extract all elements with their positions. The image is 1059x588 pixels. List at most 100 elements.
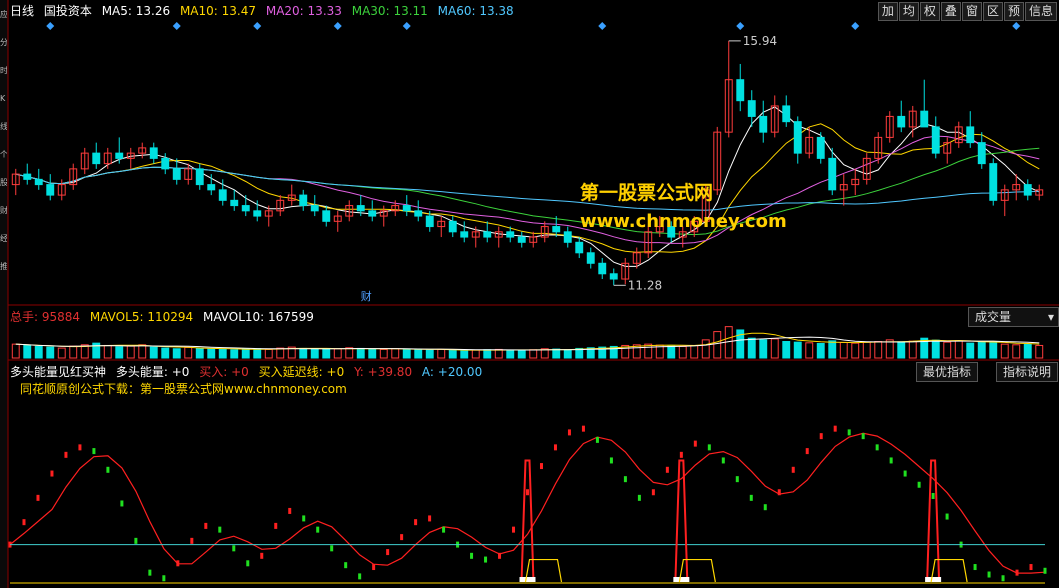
energy-dot	[50, 470, 54, 477]
ma20-line	[15, 135, 1040, 244]
period-label[interactable]: 日线	[10, 4, 34, 18]
info-diamond-icon	[598, 22, 607, 30]
candle-body	[92, 152, 101, 165]
toolbar-button-4[interactable]: 窗	[961, 2, 982, 21]
volume-bar	[161, 347, 170, 359]
volume-bar	[483, 349, 492, 359]
volume-bar	[770, 338, 779, 359]
delay-label: 买入延迟线: +0	[258, 365, 345, 379]
toolbar-button-1[interactable]: 均	[898, 2, 919, 21]
energy-dot	[833, 425, 837, 432]
volume-bar	[897, 341, 906, 359]
candle-body	[195, 168, 204, 186]
candle-body	[218, 189, 227, 201]
volume-bar	[471, 349, 480, 359]
energy-dot	[861, 433, 865, 440]
indicator-help-button[interactable]: 指标说明	[996, 362, 1059, 382]
energy-label: 多头能量: +0	[115, 365, 190, 379]
info-diamond-icon	[1012, 22, 1021, 30]
volume-bar	[345, 347, 354, 359]
energy-dot	[22, 519, 26, 526]
energy-dot	[539, 463, 543, 470]
ma30-label: MA30: 13.11	[351, 4, 428, 18]
candle-body	[575, 241, 584, 254]
volume-bar	[230, 349, 239, 359]
indicator-name[interactable]: 多头能量见红买神	[10, 365, 106, 379]
volume-bar	[172, 348, 181, 359]
info-diamond-icon	[402, 22, 411, 30]
energy-dot	[442, 526, 446, 533]
volume-bar	[69, 345, 78, 359]
volume-bar	[23, 344, 32, 359]
volume-bar	[402, 348, 411, 359]
candle-body	[989, 163, 998, 201]
volume-bar	[149, 346, 158, 359]
volume-bar	[207, 348, 216, 359]
volume-bar	[253, 348, 262, 359]
volume-bar	[126, 345, 135, 359]
volume-bar	[1012, 344, 1021, 359]
candle-body	[598, 262, 607, 275]
volume-bar	[517, 349, 526, 359]
volume-bar	[839, 341, 848, 359]
toolbar-button-3[interactable]: 叠	[940, 2, 961, 21]
energy-dot	[903, 470, 907, 477]
candle-body	[253, 210, 262, 217]
toolbar-button-6[interactable]: 预	[1003, 2, 1024, 21]
volume-bar	[1023, 343, 1032, 359]
toolbar-button-7[interactable]: 信息	[1024, 2, 1057, 21]
volume-bar	[218, 348, 227, 359]
info-diamond-icon	[253, 22, 262, 30]
chevron-down-icon: ▾	[1047, 310, 1054, 324]
energy-dot	[470, 552, 474, 559]
volume-bar	[138, 344, 147, 359]
volume-bar	[368, 348, 377, 359]
best-indicator-button[interactable]: 最优指标	[916, 362, 979, 382]
energy-dot	[805, 448, 809, 455]
info-diamond-icon	[333, 22, 342, 30]
candle-body	[586, 252, 595, 264]
energy-dot	[735, 476, 739, 483]
energy-dot	[777, 489, 781, 496]
volume-bar	[414, 349, 423, 359]
volume-bar	[816, 342, 825, 359]
toolbar-button-5[interactable]: 区	[982, 2, 1003, 21]
indicator-header: 多头能量见红买神 多头能量: +0 买入: +0 买入延迟线: +0 Y: +3…	[10, 364, 488, 380]
ma20-label: MA20: 13.33	[265, 4, 342, 18]
volume-bar	[379, 348, 388, 359]
ma60-line	[15, 166, 1040, 211]
energy-dot	[218, 526, 222, 533]
volume-bar	[943, 341, 952, 359]
volume-bar	[310, 348, 319, 359]
candle-body	[34, 178, 43, 186]
indicator-red-line	[9, 432, 1046, 574]
energy-dot	[78, 444, 82, 451]
energy-dot	[749, 494, 753, 501]
energy-dot	[1043, 567, 1047, 574]
volume-bar	[931, 339, 940, 359]
volume-bar	[241, 348, 250, 359]
stock-name: 国投资本	[43, 4, 92, 18]
volume-bar	[1000, 343, 1009, 359]
energy-dot	[120, 500, 124, 507]
candle-body	[552, 226, 561, 233]
candle-body	[828, 157, 837, 191]
chart-toolbar: 加均权叠窗区预信息	[877, 2, 1057, 21]
candle-body	[425, 215, 434, 228]
energy-dot	[302, 515, 306, 522]
candle-body	[609, 273, 618, 280]
volume-bar	[264, 348, 273, 359]
energy-dot	[106, 466, 110, 473]
volume-select[interactable]: 成交量 ▾	[968, 307, 1059, 327]
energy-dot	[232, 545, 236, 552]
toolbar-button-0[interactable]: 加	[877, 2, 898, 21]
mavol10-label: MAVOL10: 167599	[202, 310, 314, 324]
energy-dot	[316, 526, 320, 533]
volume-bar	[356, 347, 365, 359]
toolbar-button-2[interactable]: 权	[919, 2, 940, 21]
candle-body	[172, 168, 181, 180]
energy-dot	[134, 537, 138, 544]
volume-bar	[46, 346, 55, 359]
a-label: A: +20.00	[421, 365, 483, 379]
energy-dot	[595, 436, 599, 443]
